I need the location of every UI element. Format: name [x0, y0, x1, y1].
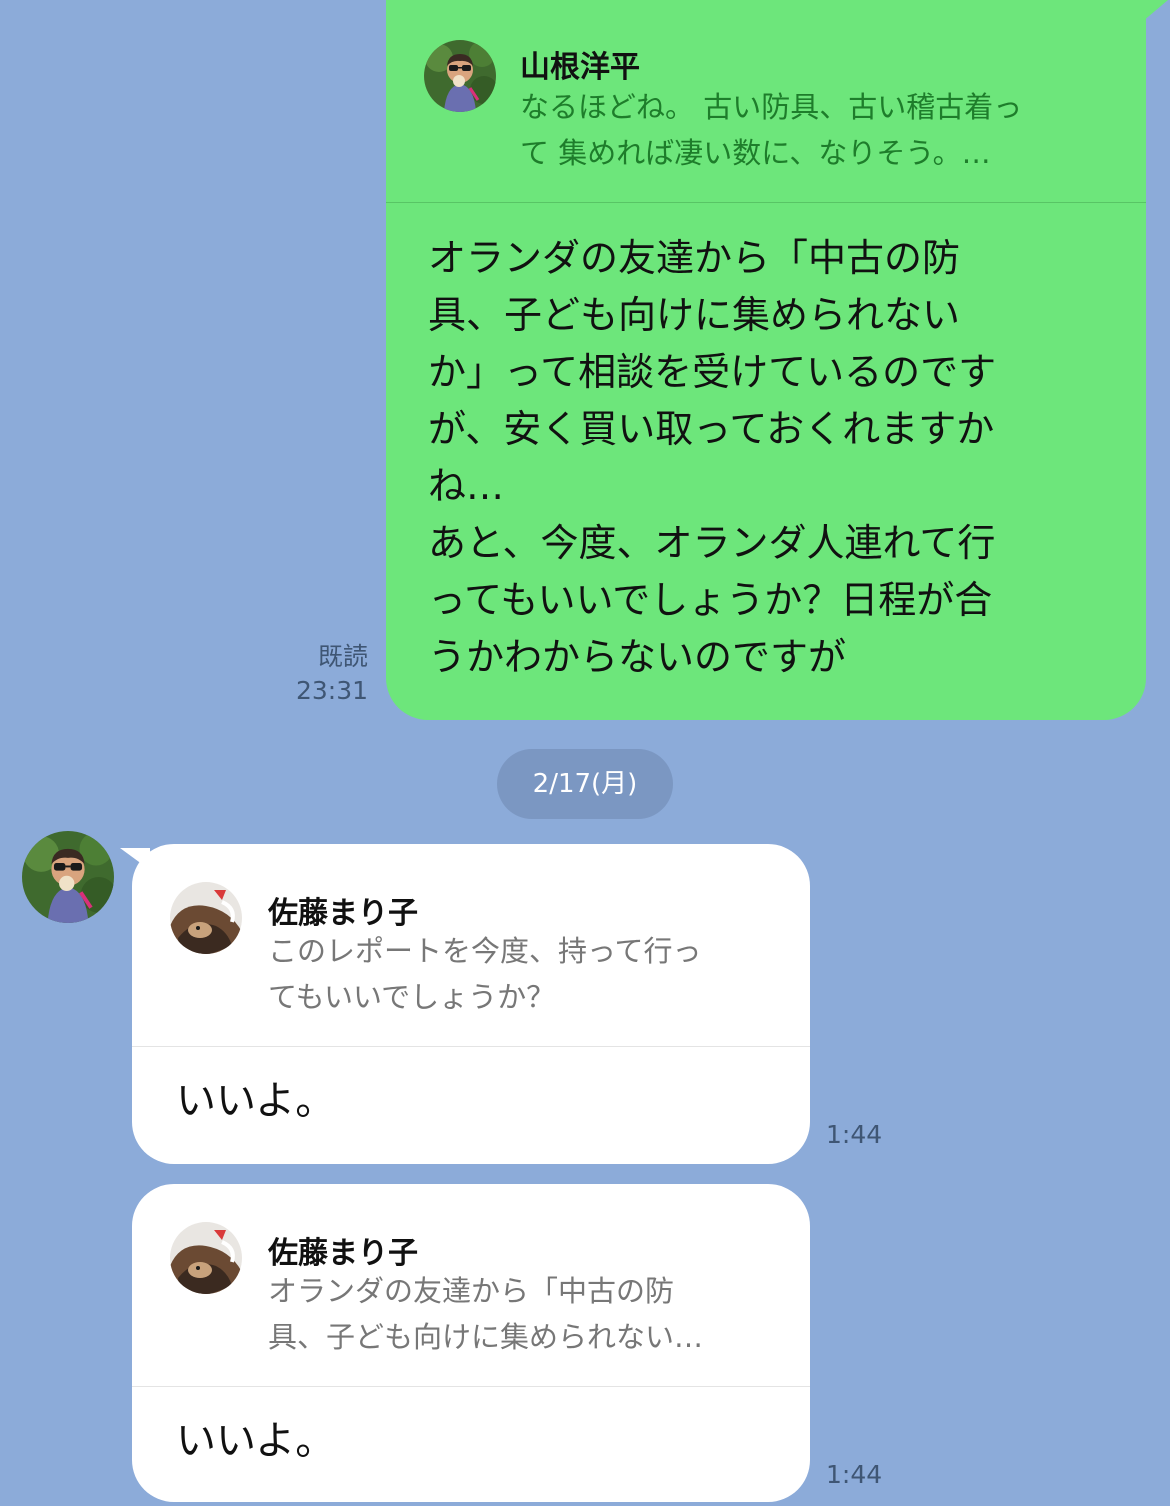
quote-divider [132, 1046, 810, 1047]
quote-text: オランダの友達から「中古の防 具、子ども向けに集められない… [268, 1274, 704, 1354]
quote-sender-name: 佐藤まり子 [268, 896, 418, 931]
chat-view[interactable]: 山根洋平 なるほどね。 古い防具、古い稽古着っ て 集めれば凄い数に、なりそう。… [0, 0, 1170, 1506]
child-photo-avatar [424, 40, 496, 112]
date-separator: 2/17(月) [497, 749, 673, 819]
received-message-bubble[interactable]: 佐藤まり子 オランダの友達から「中古の防 具、子ども向けに集められない… いいよ… [132, 1184, 810, 1502]
quote-sender-name: 佐藤まり子 [268, 1236, 418, 1271]
message-time: 1:44 [826, 1120, 883, 1149]
reply-quote[interactable]: 山根洋平 なるほどね。 古い防具、古い稽古着っ て 集めれば凄い数に、なりそう。… [386, 0, 1146, 202]
reply-quote[interactable]: 佐藤まり子 オランダの友達から「中古の防 具、子ども向けに集められない… [132, 1184, 810, 1386]
quote-text: このレポートを今度、持って行っ てもいいでしょうか？ [268, 934, 702, 1014]
sent-message-bubble[interactable]: 山根洋平 なるほどね。 古い防具、古い稽古着っ て 集めれば凄い数に、なりそう。… [386, 0, 1168, 720]
quote-text: なるほどね。 古い防具、古い稽古着っ て 集めれば凄い数に、なりそう。… [520, 90, 1023, 170]
message-text: オランダの友達から「中古の防 具、子ども向けに集められない か」って相談を受けて… [428, 236, 997, 679]
received-message-bubble[interactable]: 佐藤まり子 このレポートを今度、持って行っ てもいいでしょうか？ いいよ。 [120, 844, 810, 1164]
quote-divider [386, 202, 1146, 203]
quote-divider [132, 1386, 810, 1387]
message-time: 23:31 [295, 676, 368, 705]
message-text: いいよ。 [176, 1418, 336, 1464]
read-label: 既読 [317, 642, 368, 671]
read-receipt: 既読 23:31 [296, 640, 368, 708]
message-text: いいよ。 [176, 1078, 336, 1124]
cat-photo-avatar [170, 1222, 242, 1294]
message-time: 1:44 [826, 1460, 883, 1489]
reply-quote[interactable]: 佐藤まり子 このレポートを今度、持って行っ てもいいでしょうか？ [132, 844, 810, 1046]
cat-photo-avatar [170, 882, 242, 954]
child-photo-avatar[interactable] [22, 831, 114, 923]
quote-sender-name: 山根洋平 [520, 50, 640, 85]
